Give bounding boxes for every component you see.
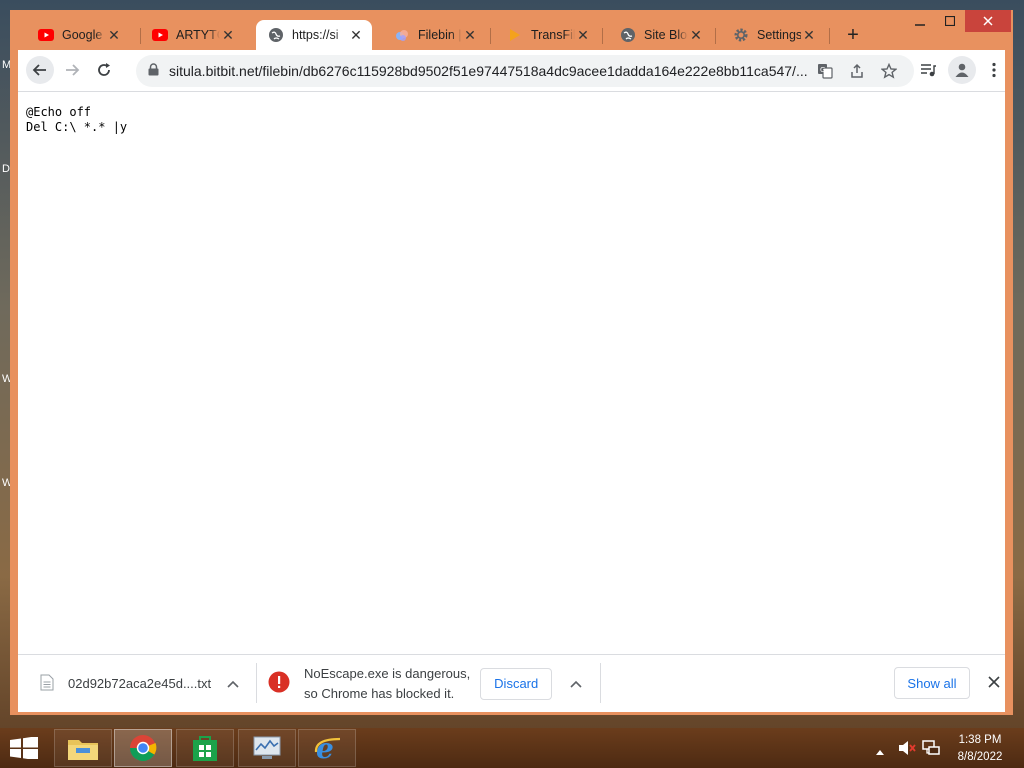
tab-label: Site Block — [644, 28, 688, 42]
download-item-txt[interactable]: 02d92b72aca2e45d....txt — [40, 655, 239, 712]
tab-site-block[interactable]: Site Block ✕ — [600, 20, 712, 50]
chevron-up-icon[interactable] — [570, 676, 582, 691]
discard-button[interactable]: Discard — [480, 667, 553, 700]
youtube-icon — [38, 27, 54, 43]
warning-line: NoEscape.exe is dangerous, — [304, 665, 471, 681]
bookmark-star-icon[interactable] — [880, 62, 898, 80]
globe-icon — [620, 27, 636, 43]
chrome-icon — [129, 735, 157, 762]
tab-artytcp[interactable]: ARTYTCP ✕ — [132, 20, 244, 50]
code-line: Del C:\ *.* |y — [26, 120, 128, 134]
address-bar[interactable]: situla.bitbit.net/filebin/db6276c115928b… — [136, 55, 914, 87]
tab-close-icon[interactable]: ✕ — [688, 27, 704, 43]
taskbar-performance-monitor[interactable] — [238, 729, 296, 767]
menu-button[interactable] — [980, 56, 1008, 84]
store-icon — [193, 736, 217, 761]
code-line: @Echo off — [26, 105, 92, 119]
chevron-up-icon[interactable] — [227, 676, 239, 691]
tab-close-icon[interactable]: ✕ — [575, 27, 591, 43]
show-hidden-icons-button[interactable] — [876, 743, 884, 758]
svg-text:e: e — [316, 734, 334, 762]
text-file-icon — [40, 674, 54, 694]
arrow-right-icon — [66, 64, 80, 76]
tab-label: Filebin | c — [418, 28, 462, 42]
close-icon — [988, 676, 1000, 688]
avatar-icon — [955, 63, 969, 77]
tab-label: Settings — [757, 28, 801, 42]
url-text[interactable]: situla.bitbit.net/filebin/db6276c115928b… — [169, 63, 809, 79]
gear-icon — [733, 27, 749, 43]
windows-logo-icon — [10, 736, 38, 761]
browser-toolbar: situla.bitbit.net/filebin/db6276c115928b… — [18, 50, 1005, 92]
download-file-name: 02d92b72aca2e45d....txt — [68, 676, 212, 691]
tab-label: https://si — [292, 28, 339, 42]
close-download-bar-button[interactable] — [988, 676, 1000, 691]
clock-time[interactable]: 1:38 PM — [950, 734, 1010, 746]
back-button[interactable] — [26, 56, 54, 84]
download-bar: 02d92b72aca2e45d....txt NoEscape.exe is … — [18, 654, 1005, 712]
tab-transfile[interactable]: TransFile ✕ — [487, 20, 599, 50]
internet-explorer-icon: e — [314, 734, 341, 762]
tab-strip: Google C ✕ ARTYTCP ✕ https://si ✕ Filebi… — [18, 20, 1008, 50]
tab-close-icon[interactable]: ✕ — [348, 27, 364, 43]
plus-icon: + — [847, 23, 859, 46]
filebin-icon — [394, 27, 410, 43]
tab-settings[interactable]: Settings ✕ — [713, 20, 825, 50]
globe-icon — [268, 27, 284, 43]
tab-close-icon[interactable]: ✕ — [462, 27, 478, 43]
download-item-blocked[interactable]: NoEscape.exe is dangerous, so Chrome has… — [268, 655, 582, 712]
page-content: @Echo off Del C:\ *.* |y — [18, 92, 1005, 654]
tab-close-icon[interactable]: ✕ — [106, 27, 122, 43]
arrow-left-icon — [32, 64, 46, 76]
folder-icon — [68, 740, 98, 760]
text-file-content: @Echo off Del C:\ *.* |y — [26, 105, 127, 135]
more-vertical-icon — [992, 62, 996, 78]
tab-label: ARTYTCP — [176, 28, 220, 42]
new-tab-button[interactable]: + — [840, 20, 866, 50]
danger-icon — [268, 671, 290, 696]
tab-close-icon[interactable]: ✕ — [801, 27, 817, 43]
tab-label: Google C — [62, 28, 106, 42]
desktop-icon-label: D — [2, 163, 10, 175]
youtube-icon — [152, 27, 168, 43]
forward-button[interactable] — [58, 56, 86, 84]
chrome-window: Google C ✕ ARTYTCP ✕ https://si ✕ Filebi… — [10, 10, 1013, 715]
media-control-button[interactable] — [914, 56, 942, 84]
tab-close-icon[interactable]: ✕ — [220, 27, 236, 43]
monitor-chart-icon — [253, 736, 281, 759]
volume-muted-icon[interactable] — [898, 740, 916, 759]
tab-label: TransFile — [531, 28, 575, 42]
taskbar-internet-explorer[interactable]: e — [298, 729, 356, 767]
reload-button[interactable] — [90, 56, 118, 84]
chevron-up-icon — [876, 750, 884, 755]
network-icon[interactable] — [922, 739, 940, 760]
svg-text:G: G — [820, 66, 825, 74]
profile-button[interactable] — [948, 56, 976, 84]
taskbar-chrome[interactable] — [114, 729, 172, 767]
taskbar: e 1:38 PM 8/8/2022 — [0, 728, 1024, 768]
show-all-button[interactable]: Show all — [894, 667, 970, 699]
share-icon[interactable] — [848, 62, 866, 80]
taskbar-store[interactable] — [176, 729, 234, 767]
start-button[interactable] — [10, 736, 38, 762]
tab-active-situla[interactable]: https://si ✕ — [256, 20, 372, 50]
warning-line: so Chrome has blocked it. — [304, 685, 455, 701]
reload-icon — [98, 63, 110, 76]
download-warning-text: NoEscape.exe is dangerous, so Chrome has… — [304, 664, 470, 704]
playlist-icon — [921, 64, 936, 77]
taskbar-file-explorer[interactable] — [54, 729, 112, 767]
translate-icon[interactable]: G — [816, 62, 834, 80]
lock-icon[interactable] — [148, 63, 159, 79]
tab-filebin[interactable]: Filebin | c ✕ — [374, 20, 486, 50]
transfile-icon — [507, 27, 523, 43]
tab-google[interactable]: Google C ✕ — [18, 20, 130, 50]
clock-date[interactable]: 8/8/2022 — [950, 751, 1010, 763]
